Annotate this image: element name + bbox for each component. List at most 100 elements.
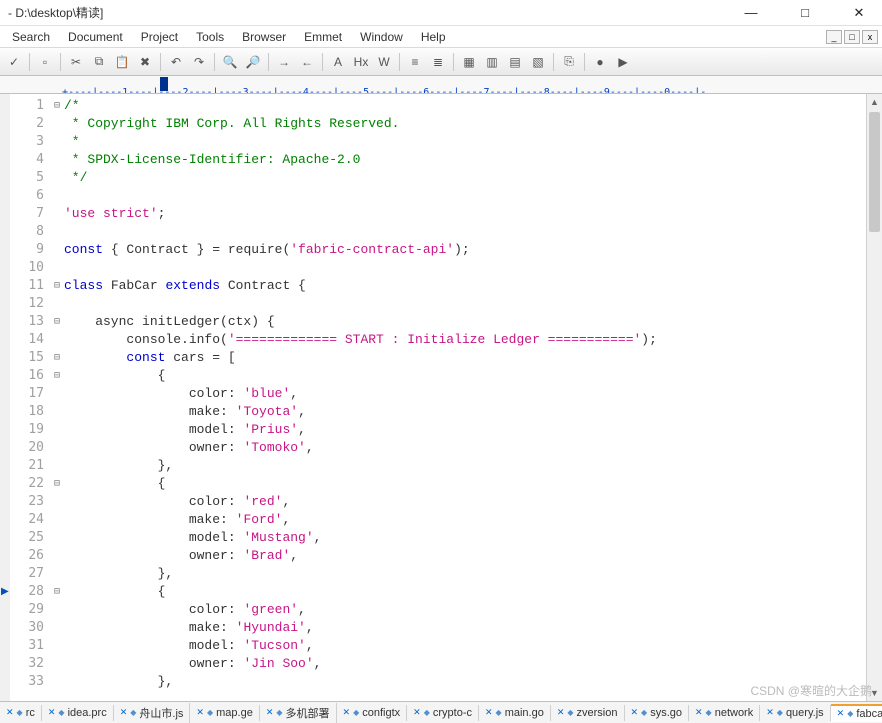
- code-line[interactable]: [64, 187, 882, 205]
- line-number[interactable]: 22: [10, 475, 44, 493]
- line-number[interactable]: 17: [10, 385, 44, 403]
- code-area[interactable]: /* * Copyright IBM Corp. All Rights Rese…: [64, 94, 882, 701]
- tab-close-icon[interactable]: ✕: [120, 707, 128, 718]
- menu-window[interactable]: Window: [352, 28, 411, 46]
- outdent-icon[interactable]: ←: [297, 52, 317, 72]
- fold-toggle[interactable]: ⊟: [50, 583, 64, 601]
- tab-close-icon[interactable]: ✕: [557, 707, 565, 718]
- code-line[interactable]: class FabCar extends Contract {: [64, 277, 882, 295]
- code-line[interactable]: make: 'Ford',: [64, 511, 882, 529]
- tab-close-icon[interactable]: ✕: [631, 707, 639, 718]
- line-number[interactable]: 12: [10, 295, 44, 313]
- code-line[interactable]: owner: 'Jin Soo',: [64, 655, 882, 673]
- code-line[interactable]: make: 'Hyundai',: [64, 619, 882, 637]
- play-icon[interactable]: ▶: [613, 52, 633, 72]
- code-line[interactable]: 'use strict';: [64, 205, 882, 223]
- line-number[interactable]: 23: [10, 493, 44, 511]
- tab-close-icon[interactable]: ✕: [413, 707, 421, 718]
- code-line[interactable]: * Copyright IBM Corp. All Rights Reserve…: [64, 115, 882, 133]
- heading-icon[interactable]: Hx: [351, 52, 371, 72]
- list-icon[interactable]: ≡: [405, 52, 425, 72]
- line-number[interactable]: 11: [10, 277, 44, 295]
- align-icon[interactable]: A: [328, 52, 348, 72]
- tab-close-icon[interactable]: ✕: [48, 707, 56, 718]
- grid-icon[interactable]: ▦: [459, 52, 479, 72]
- ruler[interactable]: +----|----1----|----2----|----3----|----…: [0, 76, 882, 94]
- code-line[interactable]: color: 'red',: [64, 493, 882, 511]
- menu-help[interactable]: Help: [413, 28, 454, 46]
- close-button[interactable]: ✕: [844, 3, 874, 23]
- tab-cryptoc[interactable]: ✕◆crypto-c: [407, 705, 479, 721]
- line-number[interactable]: 21: [10, 457, 44, 475]
- wrap-icon[interactable]: W: [374, 52, 394, 72]
- line-number[interactable]: 28: [10, 583, 44, 601]
- code-line[interactable]: [64, 295, 882, 313]
- maximize-button[interactable]: □: [790, 3, 820, 23]
- bookmark-margin[interactable]: [0, 94, 10, 701]
- paste-icon[interactable]: 📋: [112, 52, 132, 72]
- line-number[interactable]: 15: [10, 349, 44, 367]
- code-line[interactable]: color: 'blue',: [64, 385, 882, 403]
- tab-network[interactable]: ✕◆network: [689, 705, 760, 721]
- fold-toggle[interactable]: ⊟: [50, 97, 64, 115]
- line-number-gutter[interactable]: 1234567891011121314151617181920212223242…: [10, 94, 50, 701]
- tablecol-icon[interactable]: ▧: [528, 52, 548, 72]
- tab-rc[interactable]: ✕◆rc: [0, 705, 42, 721]
- line-number[interactable]: 27: [10, 565, 44, 583]
- tab-sysgo[interactable]: ✕◆sys.go: [625, 705, 690, 721]
- mdi-close-button[interactable]: x: [862, 30, 878, 44]
- code-line[interactable]: model: 'Mustang',: [64, 529, 882, 547]
- line-number[interactable]: 8: [10, 223, 44, 241]
- tab-zversion[interactable]: ✕◆zversion: [551, 705, 625, 721]
- fold-toggle[interactable]: ⊟: [50, 277, 64, 295]
- line-number[interactable]: 20: [10, 439, 44, 457]
- code-line[interactable]: color: 'green',: [64, 601, 882, 619]
- code-line[interactable]: },: [64, 565, 882, 583]
- tab-close-icon[interactable]: ✕: [837, 708, 845, 719]
- tab-mapge[interactable]: ✕◆map.ge: [190, 705, 259, 721]
- line-number[interactable]: 13: [10, 313, 44, 331]
- line-number[interactable]: 9: [10, 241, 44, 259]
- line-number[interactable]: 19: [10, 421, 44, 439]
- line-number[interactable]: 2: [10, 115, 44, 133]
- code-line[interactable]: model: 'Tucson',: [64, 637, 882, 655]
- code-line[interactable]: async initLedger(ctx) {: [64, 313, 882, 331]
- fold-toggle[interactable]: ⊟: [50, 475, 64, 493]
- line-number[interactable]: 26: [10, 547, 44, 565]
- line-number[interactable]: 6: [10, 187, 44, 205]
- line-number[interactable]: 10: [10, 259, 44, 277]
- code-line[interactable]: */: [64, 169, 882, 187]
- tab-close-icon[interactable]: ✕: [343, 707, 351, 718]
- code-line[interactable]: model: 'Prius',: [64, 421, 882, 439]
- fold-toggle[interactable]: ⊟: [50, 367, 64, 385]
- tab-close-icon[interactable]: ✕: [196, 707, 204, 718]
- ruler-marker[interactable]: [160, 77, 168, 91]
- table2-icon[interactable]: ▤: [505, 52, 525, 72]
- code-line[interactable]: {: [64, 475, 882, 493]
- fold-toggle[interactable]: ⊟: [50, 313, 64, 331]
- menu-search[interactable]: Search: [4, 28, 58, 46]
- tab-maingo[interactable]: ✕◆main.go: [479, 705, 551, 721]
- tab-close-icon[interactable]: ✕: [766, 707, 774, 718]
- mdi-restore-button[interactable]: □: [844, 30, 860, 44]
- tab-ideaprc[interactable]: ✕◆idea.prc: [42, 705, 114, 721]
- tab-close-icon[interactable]: ✕: [485, 707, 493, 718]
- minimize-button[interactable]: —: [736, 3, 766, 23]
- tab-close-icon[interactable]: ✕: [6, 707, 14, 718]
- line-number[interactable]: 29: [10, 601, 44, 619]
- tab-close-icon[interactable]: ✕: [266, 707, 274, 718]
- copy-icon[interactable]: ⧉: [89, 52, 109, 72]
- line-number[interactable]: 4: [10, 151, 44, 169]
- cut-icon[interactable]: ✂: [66, 52, 86, 72]
- line-number[interactable]: 1: [10, 97, 44, 115]
- replace-icon[interactable]: 🔎: [243, 52, 263, 72]
- line-number[interactable]: 18: [10, 403, 44, 421]
- tab-fabcarj[interactable]: ✕◆fabcar.j: [831, 704, 882, 722]
- editor[interactable]: 1234567891011121314151617181920212223242…: [0, 94, 882, 701]
- fold-toggle[interactable]: ⊟: [50, 349, 64, 367]
- line-number[interactable]: 7: [10, 205, 44, 223]
- code-line[interactable]: [64, 259, 882, 277]
- line-number[interactable]: 24: [10, 511, 44, 529]
- tab-close-icon[interactable]: ✕: [695, 707, 703, 718]
- menu-emmet[interactable]: Emmet: [296, 28, 350, 46]
